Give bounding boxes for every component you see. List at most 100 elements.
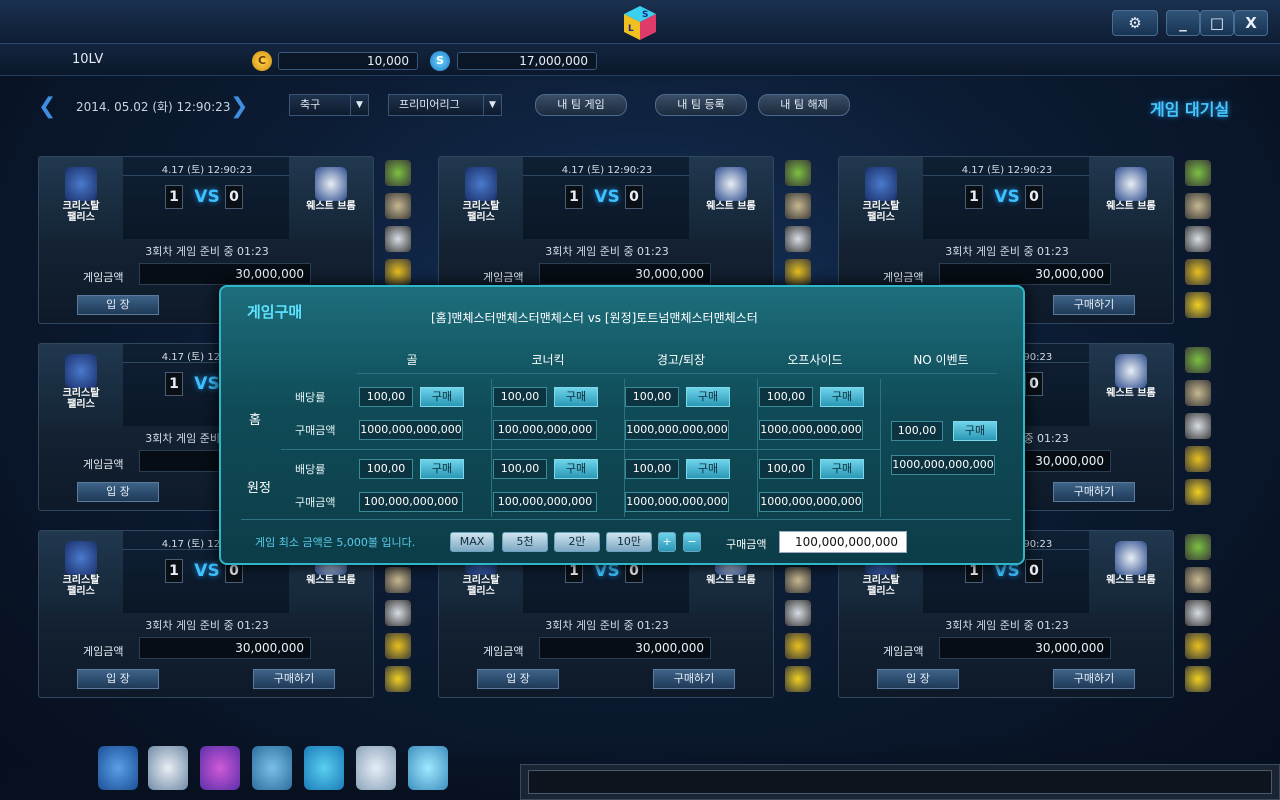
enter-button[interactable]: 입 장 bbox=[77, 295, 159, 315]
goal-ball-icon[interactable] bbox=[385, 160, 411, 186]
close-button[interactable]: X bbox=[1234, 10, 1268, 36]
offside-flag-icon[interactable] bbox=[785, 633, 811, 659]
game-amount: 30,000,000 bbox=[939, 263, 1111, 285]
buy-game-button[interactable]: 구매하기 bbox=[1053, 482, 1135, 502]
enter-button[interactable]: 입 장 bbox=[877, 669, 959, 689]
shoe-icon[interactable] bbox=[200, 746, 240, 790]
home-amount-label: 구매금액 bbox=[295, 424, 336, 437]
min-amount-notice: 게임 최소 금액은 5,000볼 입니다. bbox=[255, 536, 416, 549]
corner-kick-icon[interactable] bbox=[1185, 567, 1211, 593]
home-buy-button[interactable]: 구매 bbox=[686, 387, 730, 407]
goal-ball-icon[interactable] bbox=[1185, 160, 1211, 186]
corner-kick-icon[interactable] bbox=[385, 193, 411, 219]
yellow-card-icon[interactable] bbox=[1185, 666, 1211, 692]
corner-kick-icon[interactable] bbox=[785, 567, 811, 593]
round-status: 3회차 게임 준비 중 01:23 bbox=[545, 245, 669, 258]
buy-game-button[interactable]: 구매하기 bbox=[653, 669, 735, 689]
away-team-name: 웨스트 브롬 bbox=[306, 201, 356, 212]
corner-kick-icon[interactable] bbox=[1185, 193, 1211, 219]
my-team-remove-button[interactable]: 내 팀 해제 bbox=[758, 94, 850, 116]
offside-ball-icon[interactable] bbox=[785, 226, 811, 252]
enter-button[interactable]: 입 장 bbox=[477, 669, 559, 689]
add-20k-button[interactable]: 2만 bbox=[554, 532, 600, 552]
away-team: 웨스트 브롬 bbox=[1089, 157, 1173, 239]
away-buy-button[interactable]: 구매 bbox=[820, 459, 864, 479]
noevent-buy-button[interactable]: 구매 bbox=[953, 421, 997, 441]
enter-button[interactable]: 입 장 bbox=[77, 669, 159, 689]
megaphone-icon[interactable] bbox=[148, 746, 188, 790]
score-panel: 4.17 (토) 12:90:23 1 VS0 bbox=[523, 157, 691, 239]
purchase-amount-input[interactable]: 100,000,000,000 bbox=[779, 531, 907, 553]
shield-icon[interactable] bbox=[304, 746, 344, 790]
home-team-name-2: 팰리스 bbox=[67, 399, 95, 410]
offside-ball-icon[interactable] bbox=[385, 226, 411, 252]
offside-flag-icon[interactable] bbox=[1185, 259, 1211, 285]
corner-kick-icon[interactable] bbox=[385, 567, 411, 593]
home-amount: 100,000,000,000 bbox=[493, 420, 597, 440]
home-buy-button[interactable]: 구매 bbox=[820, 387, 864, 407]
max-button[interactable]: MAX bbox=[450, 532, 494, 552]
home-buy-button[interactable]: 구매 bbox=[554, 387, 598, 407]
chat-input[interactable] bbox=[528, 770, 1272, 794]
offside-flag-icon[interactable] bbox=[785, 259, 811, 285]
corner-kick-icon[interactable] bbox=[785, 193, 811, 219]
score-panel: 4.17 (토) 12:90:23 1 VS0 bbox=[923, 157, 1091, 239]
offside-ball-icon[interactable] bbox=[785, 600, 811, 626]
sport-select[interactable]: 축구 ▼ bbox=[289, 94, 369, 116]
home-team: 크리스탈팰리스 bbox=[839, 157, 923, 239]
offside-flag-icon[interactable] bbox=[1185, 633, 1211, 659]
maximize-icon: □ bbox=[1209, 14, 1225, 32]
buy-game-button[interactable]: 구매하기 bbox=[253, 669, 335, 689]
plus-button[interactable]: + bbox=[658, 532, 676, 552]
albion-crest-icon bbox=[1115, 541, 1147, 575]
corner-kick-icon[interactable] bbox=[1185, 380, 1211, 406]
yellow-card-icon[interactable] bbox=[1185, 292, 1211, 318]
goal-ball-icon[interactable] bbox=[785, 160, 811, 186]
home-team: 크리스탈팰리스 bbox=[439, 157, 523, 239]
away-buy-button[interactable]: 구매 bbox=[420, 459, 464, 479]
clipboard-icon[interactable] bbox=[356, 746, 396, 790]
shop-cart-icon[interactable] bbox=[252, 746, 292, 790]
goal-ball-icon[interactable] bbox=[1185, 534, 1211, 560]
enter-button[interactable]: 입 장 bbox=[77, 482, 159, 502]
my-team-register-button[interactable]: 내 팀 등록 bbox=[655, 94, 747, 116]
yellow-card-icon[interactable] bbox=[385, 666, 411, 692]
minus-button[interactable]: − bbox=[683, 532, 701, 552]
offside-ball-icon[interactable] bbox=[1185, 226, 1211, 252]
add-100k-button[interactable]: 10만 bbox=[606, 532, 652, 552]
divider bbox=[281, 449, 881, 450]
offside-ball-icon[interactable] bbox=[385, 600, 411, 626]
minimize-button[interactable]: _ bbox=[1166, 10, 1200, 36]
stadium-icon[interactable] bbox=[408, 746, 448, 790]
add-5k-button[interactable]: 5천 bbox=[502, 532, 548, 552]
offside-ball-icon[interactable] bbox=[1185, 600, 1211, 626]
away-amount: 100,000,000,000 bbox=[359, 492, 463, 512]
round-status: 3회차 게임 준비 중 01:23 bbox=[145, 619, 269, 632]
away-team-name: 웨스트 브롬 bbox=[1106, 388, 1156, 399]
albion-crest-icon bbox=[1115, 167, 1147, 201]
buy-game-button[interactable]: 구매하기 bbox=[1053, 295, 1135, 315]
away-buy-button[interactable]: 구매 bbox=[686, 459, 730, 479]
away-team-name: 웨스트 브롬 bbox=[1106, 575, 1156, 586]
league-select[interactable]: 프리미어리그 ▼ bbox=[388, 94, 502, 116]
home-team-name-2: 팰리스 bbox=[67, 212, 95, 223]
eagle-crest-icon bbox=[65, 541, 97, 575]
goal-ball-icon[interactable] bbox=[1185, 347, 1211, 373]
my-team-game-button[interactable]: 내 팀 게임 bbox=[535, 94, 627, 116]
away-buy-button[interactable]: 구매 bbox=[554, 459, 598, 479]
row-home: 홈 bbox=[249, 413, 261, 428]
offside-ball-icon[interactable] bbox=[1185, 413, 1211, 439]
yellow-card-icon[interactable] bbox=[785, 666, 811, 692]
settings-button[interactable]: ⚙ bbox=[1112, 10, 1158, 36]
next-date-button[interactable]: ❯ bbox=[230, 94, 248, 119]
yellow-card-icon[interactable] bbox=[1185, 479, 1211, 505]
home-buy-button[interactable]: 구매 bbox=[420, 387, 464, 407]
offside-flag-icon[interactable] bbox=[385, 259, 411, 285]
offside-flag-icon[interactable] bbox=[1185, 446, 1211, 472]
home-house-icon[interactable] bbox=[98, 746, 138, 790]
minimize-icon: _ bbox=[1179, 14, 1187, 32]
offside-flag-icon[interactable] bbox=[385, 633, 411, 659]
maximize-button[interactable]: □ bbox=[1200, 10, 1234, 36]
prev-date-button[interactable]: ❮ bbox=[38, 94, 56, 119]
buy-game-button[interactable]: 구매하기 bbox=[1053, 669, 1135, 689]
